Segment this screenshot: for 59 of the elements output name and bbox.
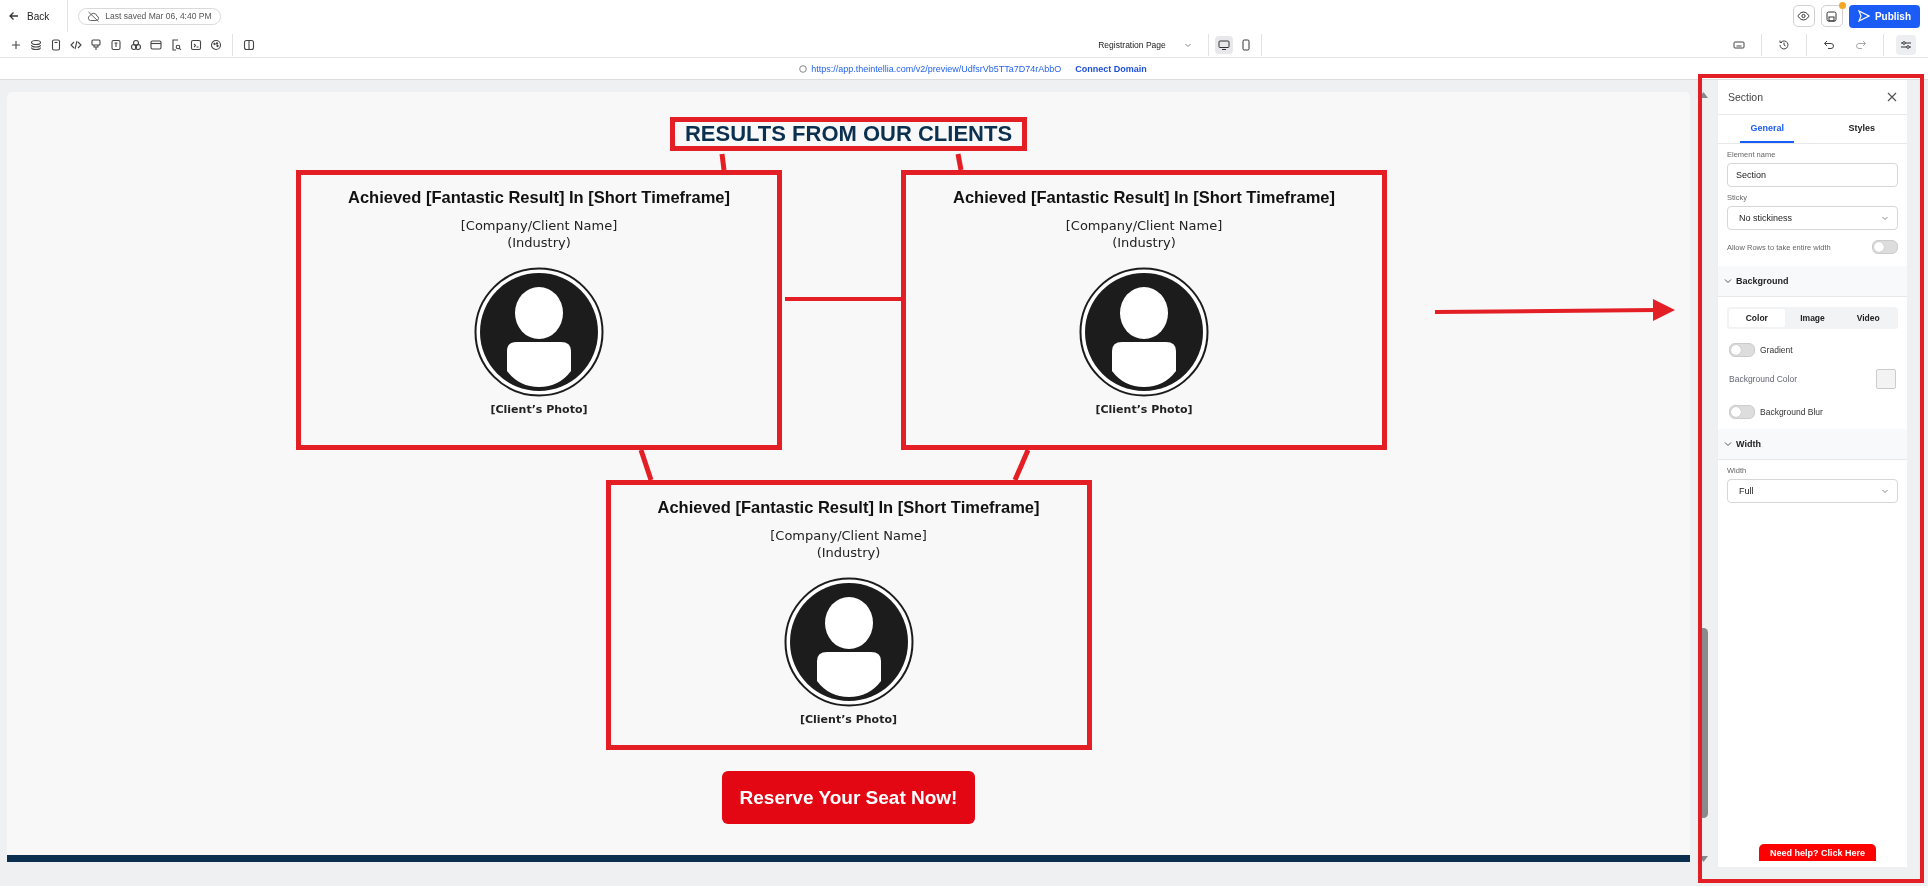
avatar-icon xyxy=(783,577,914,707)
publish-button[interactable]: Publish xyxy=(1848,4,1920,28)
client-industry: (Industry) xyxy=(816,544,881,561)
select-field[interactable]: Full xyxy=(1727,479,1898,503)
segment-option[interactable]: Video xyxy=(1840,309,1896,327)
connect-domain-link[interactable]: Connect Domain xyxy=(1075,63,1147,74)
eye-icon xyxy=(1797,11,1811,21)
element-name-field[interactable]: Section xyxy=(1727,163,1898,187)
toggle-switch[interactable] xyxy=(1872,240,1898,254)
photo-caption: [Client’s Photo] xyxy=(490,403,588,416)
client-name: [Company/Client Name] xyxy=(460,217,618,234)
chevron-down-icon xyxy=(1183,41,1192,48)
save-button[interactable] xyxy=(1820,5,1843,27)
toggle-label: Gradient xyxy=(1760,345,1793,355)
preview-button[interactable] xyxy=(1792,5,1815,27)
scrollbar[interactable] xyxy=(1699,92,1708,862)
panel-title: Section xyxy=(1728,91,1764,103)
color-swatch[interactable] xyxy=(1876,369,1896,389)
back-arrow-icon xyxy=(8,10,20,22)
send-icon xyxy=(1857,10,1870,22)
back-button[interactable]: Back xyxy=(8,10,68,22)
client-name: [Company/Client Name] xyxy=(1065,217,1223,234)
page-select[interactable]: Registration Page xyxy=(1086,39,1204,50)
section-header[interactable]: Background xyxy=(1718,266,1907,297)
result-title: Achieved [Fantastic Result] In [Short Timeframe] xyxy=(348,187,730,208)
client-industry: (Industry) xyxy=(1112,234,1176,251)
result-title: Achieved [Fantastic Result] In [Short Timeframe] xyxy=(657,497,1040,518)
panel-tab[interactable]: Styles xyxy=(1816,115,1907,143)
scroll-up-icon[interactable] xyxy=(1699,92,1708,98)
toggle-switch[interactable] xyxy=(1729,343,1755,357)
client-industry: (Industry) xyxy=(507,234,571,251)
select-field[interactable]: No stickiness xyxy=(1727,206,1898,230)
panel-tab[interactable]: General xyxy=(1740,115,1795,143)
scroll-down-icon[interactable] xyxy=(1699,856,1708,862)
reserve-seat-button[interactable]: Reserve Your Seat Now! xyxy=(721,771,976,824)
chevron-icon xyxy=(1724,440,1732,448)
chevron-down-icon xyxy=(1881,215,1889,221)
settings-icon[interactable] xyxy=(1896,34,1916,55)
chevron-icon xyxy=(1724,277,1732,285)
field-label: Background Color xyxy=(1729,374,1798,384)
photo-caption: [Client’s Photo] xyxy=(1095,403,1193,416)
toggle-switch[interactable] xyxy=(1729,405,1755,419)
close-icon[interactable] xyxy=(1887,92,1897,102)
desktop-icon[interactable] xyxy=(1214,35,1233,54)
avatar-icon xyxy=(1079,267,1209,397)
save-status-text: Last saved Mar 06, 4:40 PM xyxy=(105,11,212,21)
segment-option[interactable]: Color xyxy=(1729,309,1785,327)
section-header[interactable]: Width xyxy=(1718,429,1907,460)
cloud-off-icon xyxy=(87,10,101,22)
preview-url[interactable]: https://app.theintellia.com/v2/preview/UdfsrVb5TTa7D74rAbbO xyxy=(811,63,1062,74)
photo-caption: [Client’s Photo] xyxy=(799,713,897,726)
result-title: Achieved [Fantastic Result] In [Short Timeframe] xyxy=(953,187,1335,208)
segment-option[interactable]: Image xyxy=(1784,309,1841,327)
avatar-icon xyxy=(474,267,604,397)
chevron-down-icon xyxy=(1881,488,1889,494)
toggle-label: Background Blur xyxy=(1760,407,1823,417)
help-button[interactable]: Need help? Click Here xyxy=(1758,844,1876,861)
section-heading: RESULTS FROM OUR CLIENTS xyxy=(669,117,1028,151)
client-name: [Company/Client Name] xyxy=(770,527,927,544)
